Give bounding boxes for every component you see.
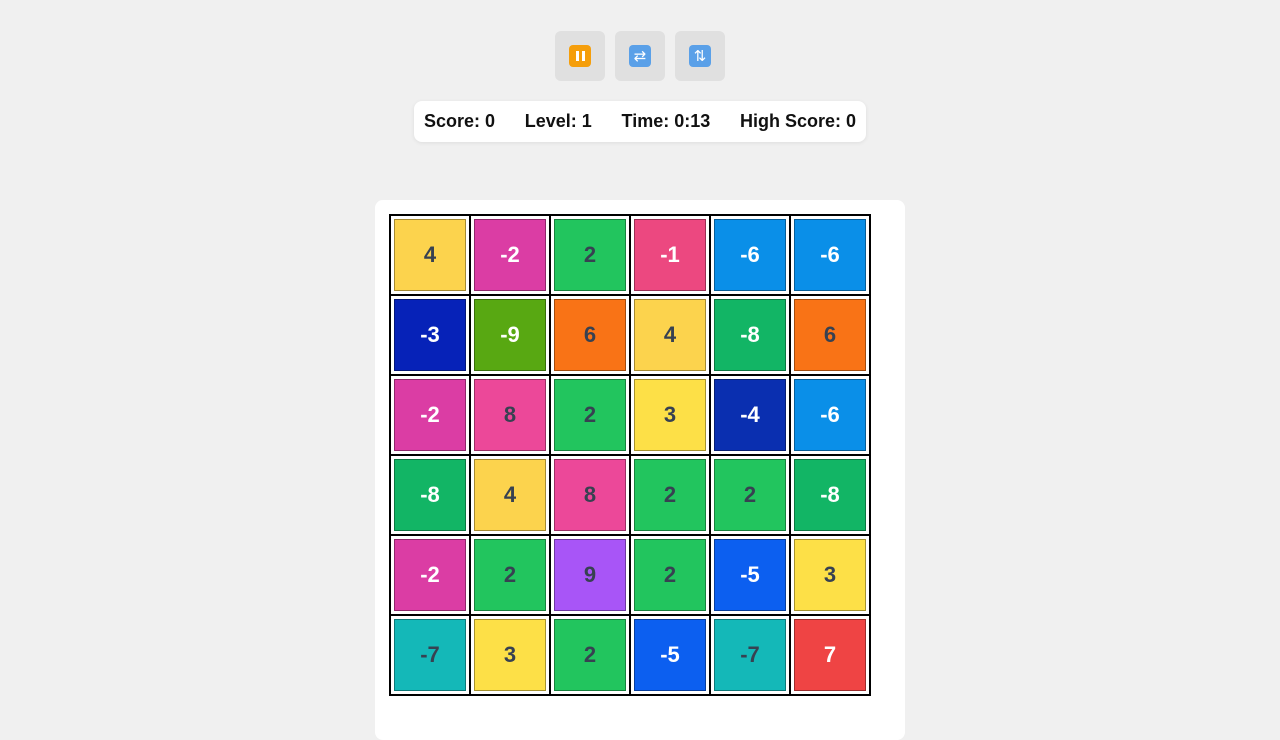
number-tile[interactable]: -2 [394,539,466,611]
board-panel: 4 -2 2 -1 -6 -6 -3 -9 6 4 -8 6 -2 8 2 3 -4 -6 -8 4 8 2 2 -8 -2 2 9… [375,200,905,740]
number-tile[interactable]: 2 [554,219,626,291]
number-tile[interactable]: -2 [394,379,466,451]
board-cell[interactable]: -7 [710,615,790,695]
board-cell[interactable]: 3 [470,615,550,695]
board-cell[interactable]: 4 [470,455,550,535]
number-tile[interactable]: 2 [554,619,626,691]
number-tile[interactable]: -8 [714,299,786,371]
board-cell[interactable]: 2 [550,215,630,295]
number-tile[interactable]: 6 [794,299,866,371]
board-cell[interactable]: 4 [630,295,710,375]
board-cell[interactable]: 8 [470,375,550,455]
number-tile[interactable]: -1 [634,219,706,291]
number-tile[interactable]: -9 [474,299,546,371]
board-cell[interactable]: -8 [710,295,790,375]
board-cell[interactable]: -4 [710,375,790,455]
number-tile[interactable]: 8 [554,459,626,531]
number-tile[interactable]: 2 [634,459,706,531]
board-cell[interactable]: -8 [390,455,470,535]
board-cell[interactable]: 2 [710,455,790,535]
time-display: Time: 0:13 [621,111,711,131]
number-tile[interactable]: -6 [714,219,786,291]
game-board: 4 -2 2 -1 -6 -6 -3 -9 6 4 -8 6 -2 8 2 3 -4 -6 -8 4 8 2 2 -8 -2 2 9… [389,214,871,696]
board-cell[interactable]: 2 [630,535,710,615]
refresh-icon: ⇅ [689,45,711,67]
score-display: Score: 0 [424,111,496,131]
new-game-button[interactable]: ⇅ [675,31,725,81]
number-tile[interactable]: 3 [474,619,546,691]
level-display: Level: 1 [524,111,592,131]
board-cell[interactable]: -2 [390,535,470,615]
number-tile[interactable]: 3 [634,379,706,451]
board-cell[interactable]: 7 [790,615,870,695]
number-tile[interactable]: 4 [474,459,546,531]
board-cell[interactable]: -6 [790,215,870,295]
board-cell[interactable]: 4 [390,215,470,295]
board-cell[interactable]: -5 [630,615,710,695]
number-tile[interactable]: 4 [634,299,706,371]
board-cell[interactable]: -7 [390,615,470,695]
number-tile[interactable]: 6 [554,299,626,371]
restart-button[interactable]: ⇄ [615,31,665,81]
board-cell[interactable]: -6 [790,375,870,455]
board-cell[interactable]: 9 [550,535,630,615]
board-cell[interactable]: -1 [630,215,710,295]
board-cell[interactable]: 8 [550,455,630,535]
number-tile[interactable]: 4 [394,219,466,291]
number-tile[interactable]: -6 [794,379,866,451]
number-tile[interactable]: 2 [554,379,626,451]
board-cell[interactable]: -2 [470,215,550,295]
number-tile[interactable]: 3 [794,539,866,611]
stats-bar: Score: 0 Level: 1 Time: 0:13 High Score:… [414,101,866,142]
board-cell[interactable]: -3 [390,295,470,375]
number-tile[interactable]: -6 [794,219,866,291]
board-cell[interactable]: -2 [390,375,470,455]
board-cell[interactable]: 3 [790,535,870,615]
restart-icon: ⇄ [629,45,651,67]
number-tile[interactable]: 9 [554,539,626,611]
number-tile[interactable]: -8 [394,459,466,531]
board-cell[interactable]: -8 [790,455,870,535]
number-tile[interactable]: -7 [714,619,786,691]
number-tile[interactable]: 7 [794,619,866,691]
number-tile[interactable]: 2 [474,539,546,611]
board-cell[interactable]: 2 [630,455,710,535]
number-tile[interactable]: -3 [394,299,466,371]
board-cell[interactable]: -9 [470,295,550,375]
board-cell[interactable]: -6 [710,215,790,295]
game-controls: ⇄ ⇅ [555,31,725,81]
number-tile[interactable]: -8 [794,459,866,531]
number-tile[interactable]: 2 [714,459,786,531]
high-score-display: High Score: 0 [739,111,856,131]
number-tile[interactable]: -7 [394,619,466,691]
pause-icon [569,45,591,67]
number-tile[interactable]: -5 [634,619,706,691]
board-cell[interactable]: 2 [550,375,630,455]
board-cell[interactable]: 2 [470,535,550,615]
number-tile[interactable]: -5 [714,539,786,611]
board-cell[interactable]: 3 [630,375,710,455]
number-tile[interactable]: -4 [714,379,786,451]
board-cell[interactable]: -5 [710,535,790,615]
number-tile[interactable]: 8 [474,379,546,451]
number-tile[interactable]: -2 [474,219,546,291]
board-cell[interactable]: 2 [550,615,630,695]
number-tile[interactable]: 2 [634,539,706,611]
board-cell[interactable]: 6 [790,295,870,375]
pause-button[interactable] [555,31,605,81]
board-cell[interactable]: 6 [550,295,630,375]
